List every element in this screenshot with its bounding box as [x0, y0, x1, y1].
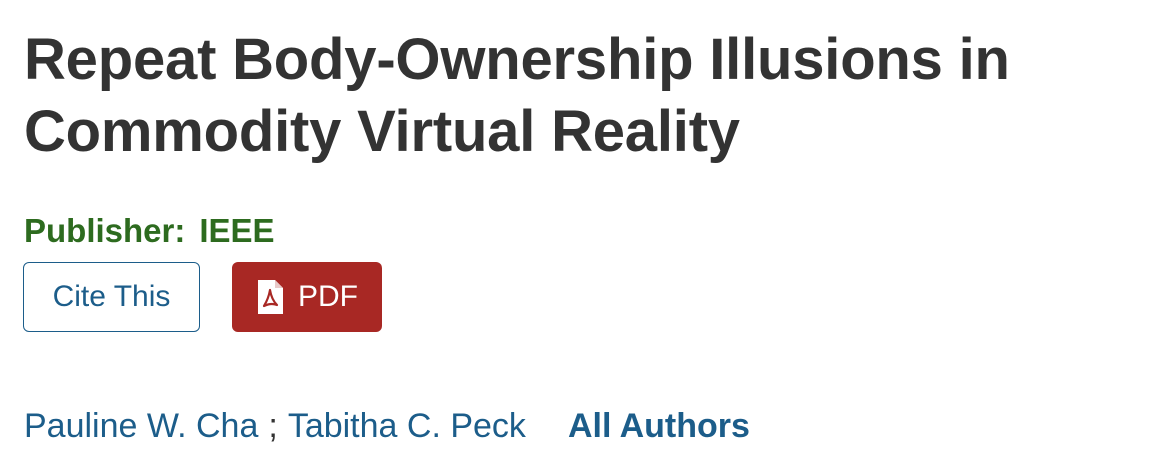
author-link[interactable]: Pauline W. Cha	[24, 407, 258, 445]
cite-this-label: Cite This	[52, 280, 171, 313]
article-title: Repeat Body-Ownership Illusions in Commo…	[24, 27, 1010, 164]
publisher-label: Publisher:	[24, 212, 186, 249]
author-separator: ;	[268, 407, 278, 445]
pdf-button[interactable]: PDF	[232, 262, 382, 332]
all-authors-link[interactable]: All Authors	[568, 407, 750, 445]
pdf-label: PDF	[298, 280, 358, 313]
authors-line: Pauline W. Cha; Tabitha C. Peck All Author…	[24, 404, 750, 448]
cite-this-button[interactable]: Cite This	[23, 262, 200, 332]
pdf-file-icon	[256, 279, 284, 315]
publisher-name: IEEE	[199, 212, 275, 249]
publisher-info: Publisher: IEEE	[24, 210, 275, 252]
author-link[interactable]: Tabitha C. Peck	[288, 407, 526, 445]
